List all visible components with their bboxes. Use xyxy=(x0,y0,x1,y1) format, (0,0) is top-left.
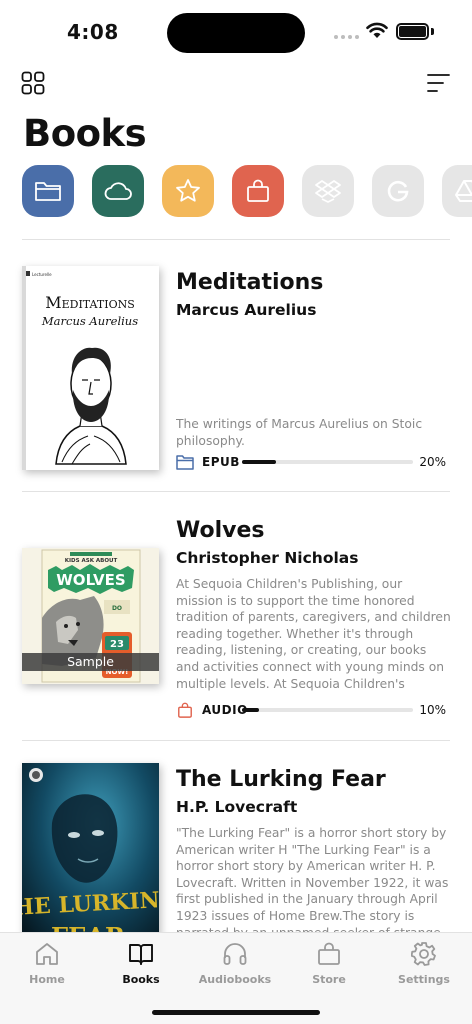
source-favorites-button[interactable] xyxy=(162,165,214,217)
home-indicator xyxy=(152,1010,320,1015)
tab-home[interactable]: Home xyxy=(7,941,87,986)
status-time: 4:08 xyxy=(67,20,119,44)
svg-text:FEAR: FEAR xyxy=(51,922,126,932)
book-meta-row: EPUB 20% xyxy=(176,452,446,472)
book-format: EPUB xyxy=(202,455,240,469)
tab-books[interactable]: Books xyxy=(101,941,181,986)
book-title: The Lurking Fear xyxy=(176,767,386,792)
tab-store[interactable]: Store xyxy=(289,941,369,986)
book-cover-art: THE LURKING FEAR xyxy=(22,763,159,932)
book-open-icon xyxy=(129,944,153,965)
cellular-signal-icon xyxy=(334,35,359,39)
dropbox-icon xyxy=(315,180,341,203)
tab-audiobooks[interactable]: Audiobooks xyxy=(195,941,275,986)
battery-cap xyxy=(431,28,434,35)
tab-label: Audiobooks xyxy=(198,973,272,986)
shopping-bag-icon xyxy=(178,702,192,718)
book-title: Meditations xyxy=(176,270,324,295)
shopping-bag-icon xyxy=(247,179,269,202)
cloud-icon xyxy=(104,182,132,200)
reading-progress-fill xyxy=(242,460,277,464)
book-cover[interactable]: KIDS ASK ABOUT WOLVES DO 23 NOW! Sample xyxy=(22,548,159,684)
page-title: Books xyxy=(23,112,147,155)
book-cover-art: Lecturelle Meditations Marcus Aurelius xyxy=(22,266,159,470)
tab-settings[interactable]: Settings xyxy=(384,941,464,986)
book-description: The writings of Marcus Aurelius on Stoic… xyxy=(176,417,423,448)
google-drive-icon xyxy=(455,180,472,202)
cover-number: 23 xyxy=(110,639,124,650)
sort-menu-icon[interactable] xyxy=(424,72,450,94)
status-bar: 4:08 xyxy=(0,0,472,64)
cover-series: KIDS ASK ABOUT xyxy=(65,558,118,564)
source-google-drive-button[interactable] xyxy=(442,165,472,217)
book-description: "The Lurking Fear" is a horror short sto… xyxy=(176,826,449,932)
tab-label: Settings xyxy=(398,973,450,986)
book-description: At Sequoia Children's Publishing, our mi… xyxy=(176,577,451,691)
reading-progress-fill xyxy=(242,708,260,712)
book-meta-row: AUDIO 10% xyxy=(176,700,446,720)
book-author: Christopher Nicholas xyxy=(176,549,359,567)
battery-icon xyxy=(396,23,429,40)
cover-author: Marcus Aurelius xyxy=(41,314,138,328)
tab-label: Home xyxy=(29,973,65,986)
cover-title: WOLVES xyxy=(56,571,125,589)
progress-percent: 20% xyxy=(419,455,446,469)
tab-label: Store xyxy=(312,973,346,986)
cover-publisher: Lecturelle xyxy=(32,272,52,277)
star-icon xyxy=(176,179,200,202)
google-icon xyxy=(387,180,409,202)
reading-progress-bar xyxy=(242,708,413,712)
source-dropbox-button[interactable] xyxy=(302,165,354,217)
book-item-the-lurking-fear[interactable]: THE LURKING FEAR The Lurking Fear H.P. L… xyxy=(0,741,472,932)
headphones-icon xyxy=(223,943,247,965)
gear-icon xyxy=(411,942,436,966)
book-title: Wolves xyxy=(176,518,265,543)
reading-progress-bar xyxy=(242,460,413,464)
folder-icon xyxy=(176,455,194,470)
shopping-bag-icon xyxy=(318,942,340,965)
home-icon xyxy=(36,943,58,965)
book-cover[interactable]: THE LURKING FEAR xyxy=(22,763,159,932)
tab-label: Books xyxy=(122,973,160,986)
source-google-button[interactable] xyxy=(372,165,424,217)
source-folder-button[interactable] xyxy=(22,165,74,217)
source-cloud-button[interactable] xyxy=(92,165,144,217)
book-format: AUDIO xyxy=(202,703,248,717)
book-cover[interactable]: Lecturelle Meditations Marcus Aurelius xyxy=(22,266,159,470)
book-author: H.P. Lovecraft xyxy=(176,798,298,816)
source-list xyxy=(22,165,472,217)
cover-title: Meditations xyxy=(45,293,135,312)
progress-percent: 10% xyxy=(419,703,446,717)
grid-view-icon[interactable] xyxy=(21,71,45,95)
book-author: Marcus Aurelius xyxy=(176,301,317,319)
folder-icon xyxy=(35,182,61,201)
book-item-meditations[interactable]: Lecturelle Meditations Marcus Aurelius M… xyxy=(0,240,472,491)
wifi-icon xyxy=(366,22,388,38)
sample-badge: Sample xyxy=(22,653,159,671)
svg-text:DO: DO xyxy=(112,605,122,612)
dynamic-island xyxy=(167,13,305,53)
source-store-button[interactable] xyxy=(232,165,284,217)
book-item-wolves[interactable]: KIDS ASK ABOUT WOLVES DO 23 NOW! Sample … xyxy=(0,492,472,740)
